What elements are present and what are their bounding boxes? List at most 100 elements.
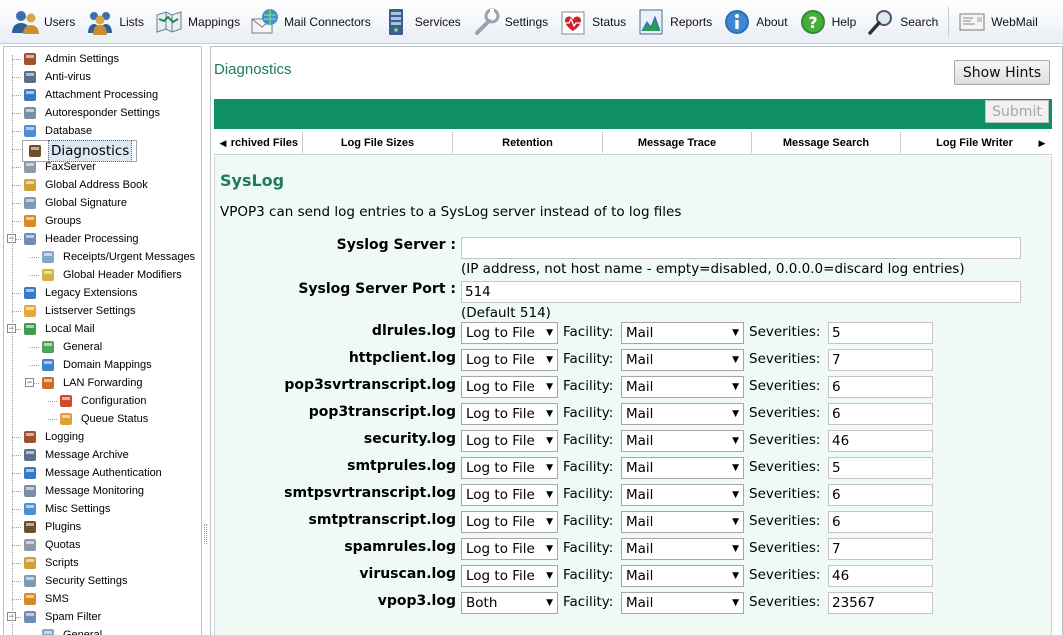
syslog-server-input[interactable] [461,237,1021,259]
toolbar-search-button[interactable]: Search [866,2,938,42]
destination-select[interactable]: Log to File ▼ [461,511,558,533]
tree-item-global-signature[interactable]: Global Signature [22,194,129,212]
toolbar-status-button[interactable]: Status [558,2,626,42]
destination-select[interactable]: Log to File ▼ [461,430,558,452]
settings-icon [471,7,501,37]
tree-item-security-settings[interactable]: Security Settings [22,572,130,590]
toolbar-webmail-button[interactable]: WebMail [957,2,1038,42]
tree-item-faxserver[interactable]: FaxServer [22,158,98,176]
destination-select[interactable]: Log to File ▼ [461,565,558,587]
tab-log-file-writer[interactable]: Log File Writer [901,132,1049,153]
facility-select[interactable]: Mail ▼ [621,538,744,560]
destination-select[interactable]: Both ▼ [461,592,558,614]
facility-select[interactable]: Mail ▼ [621,322,744,344]
toolbar-settings-button[interactable]: Settings [471,2,548,42]
collapse-icon[interactable]: − [25,378,34,387]
destination-select[interactable]: Log to File ▼ [461,376,558,398]
facility-select[interactable]: Mail ▼ [621,484,744,506]
tree-item-attachment-processing[interactable]: Attachment Processing [22,86,160,104]
tree-connector [12,149,21,150]
tree-item-message-archive[interactable]: Message Archive [22,446,131,464]
facility-select[interactable]: Mail ▼ [621,349,744,371]
tree-item-lan-forwarding[interactable]: LAN Forwarding [40,374,144,392]
tree-item-local-mail[interactable]: Local Mail [22,320,97,338]
tree-item-plugins[interactable]: Plugins [22,518,83,536]
facility-select[interactable]: Mail ▼ [621,376,744,398]
settings-tree[interactable]: Admin Settings Anti-virus Attachment Proce… [3,46,202,635]
facility-select[interactable]: Mail ▼ [621,403,744,425]
destination-select[interactable]: Log to File ▼ [461,538,558,560]
pane-splitter[interactable] [202,46,210,635]
facility-select[interactable]: Mail ▼ [621,457,744,479]
tree-item-database[interactable]: Database [22,122,94,140]
tree-item-queue-status[interactable]: Queue Status [58,410,150,428]
tree-item-global-header-modifiers[interactable]: Global Header Modifiers [40,266,184,284]
severities-input[interactable]: 5 [828,457,933,479]
toolbar-help-button[interactable]: ? Help [798,2,856,42]
show-hints-button[interactable]: Show Hints [954,60,1050,85]
destination-select[interactable]: Log to File ▼ [461,403,558,425]
tree-item-sms[interactable]: SMS [22,590,71,608]
toolbar-mail-connectors-button[interactable]: Mail Connectors [250,2,371,42]
splitter-grip[interactable] [204,524,207,544]
destination-select[interactable]: Log to File ▼ [461,484,558,506]
tree-item-logging[interactable]: Logging [22,428,86,446]
submit-button[interactable]: Submit [985,100,1049,123]
tree-item-general[interactable]: General [40,626,104,635]
toolbar-lists-button[interactable]: Lists [85,2,144,42]
tree-item-listserver-settings[interactable]: Listserver Settings [22,302,137,320]
severities-input[interactable]: 46 [828,430,933,452]
facility-select[interactable]: Mail ▼ [621,511,744,533]
tab-log-file-sizes[interactable]: Log File Sizes [303,132,453,153]
tree-item-quotas[interactable]: Quotas [22,536,82,554]
tab-scroll-left-icon[interactable]: ◀ [216,133,230,153]
facility-select[interactable]: Mail ▼ [621,565,744,587]
toolbar-about-button[interactable]: About [722,2,788,42]
facility-select[interactable]: Mail ▼ [621,430,744,452]
tree-item-anti-virus[interactable]: Anti-virus [22,68,93,86]
severities-input[interactable]: 46 [828,565,933,587]
tree-item-label: Local Mail [45,323,95,335]
tab-retention[interactable]: Retention [453,132,603,153]
tree-item-autoresponder-settings[interactable]: Autoresponder Settings [22,104,162,122]
destination-select[interactable]: Log to File ▼ [461,457,558,479]
tree-item-groups[interactable]: Groups [22,212,83,230]
severities-label: Severities: [749,405,821,421]
tree-item-spam-filter[interactable]: Spam Filter [22,608,103,626]
tree-item-domain-mappings[interactable]: Domain Mappings [40,356,154,374]
tree-item-message-authentication[interactable]: Message Authentication [22,464,164,482]
severities-input[interactable]: 6 [828,511,933,533]
tree-connector [30,257,39,258]
tree-item-general[interactable]: General [40,338,104,356]
tree-item-admin-settings[interactable]: Admin Settings [22,50,121,68]
toolbar-mappings-button[interactable]: Mappings [154,2,240,42]
severities-input[interactable]: 6 [828,376,933,398]
tab-archived-files[interactable]: Archived Files [230,132,303,153]
dropdown-arrow-icon: ▼ [732,382,739,392]
severities-input[interactable]: 5 [828,322,933,344]
severities-input[interactable]: 7 [828,538,933,560]
toolbar-services-button[interactable]: Services [381,2,461,42]
severities-input[interactable]: 6 [828,484,933,506]
tree-item-configuration[interactable]: Configuration [58,392,148,410]
toolbar-reports-button[interactable]: Reports [636,2,712,42]
severities-input[interactable]: 7 [828,349,933,371]
tree-item-scripts[interactable]: Scripts [22,554,81,572]
severities-input[interactable]: 23567 [828,592,933,614]
tree-item-receipts-urgent-messages[interactable]: Receipts/Urgent Messages [40,248,197,266]
tree-item-header-processing[interactable]: Header Processing [22,230,141,248]
tab-scroll-right-icon[interactable]: ▶ [1035,133,1049,153]
toolbar-users-button[interactable]: Users [10,2,75,42]
tab-message-search[interactable]: Message Search [752,132,901,153]
tree-item-message-monitoring[interactable]: Message Monitoring [22,482,146,500]
tree-item-misc-settings[interactable]: Misc Settings [22,500,112,518]
syslog-port-input[interactable]: 514 [461,281,1021,303]
tree-item-legacy-extensions[interactable]: Legacy Extensions [22,284,139,302]
severities-input[interactable]: 6 [828,403,933,425]
destination-select[interactable]: Log to File ▼ [461,322,558,344]
facility-select[interactable]: Mail ▼ [621,592,744,614]
destination-select[interactable]: Log to File ▼ [461,349,558,371]
page-title: Diagnostics [214,61,292,78]
tree-item-global-address-book[interactable]: Global Address Book [22,176,150,194]
tab-message-trace[interactable]: Message Trace [603,132,752,153]
